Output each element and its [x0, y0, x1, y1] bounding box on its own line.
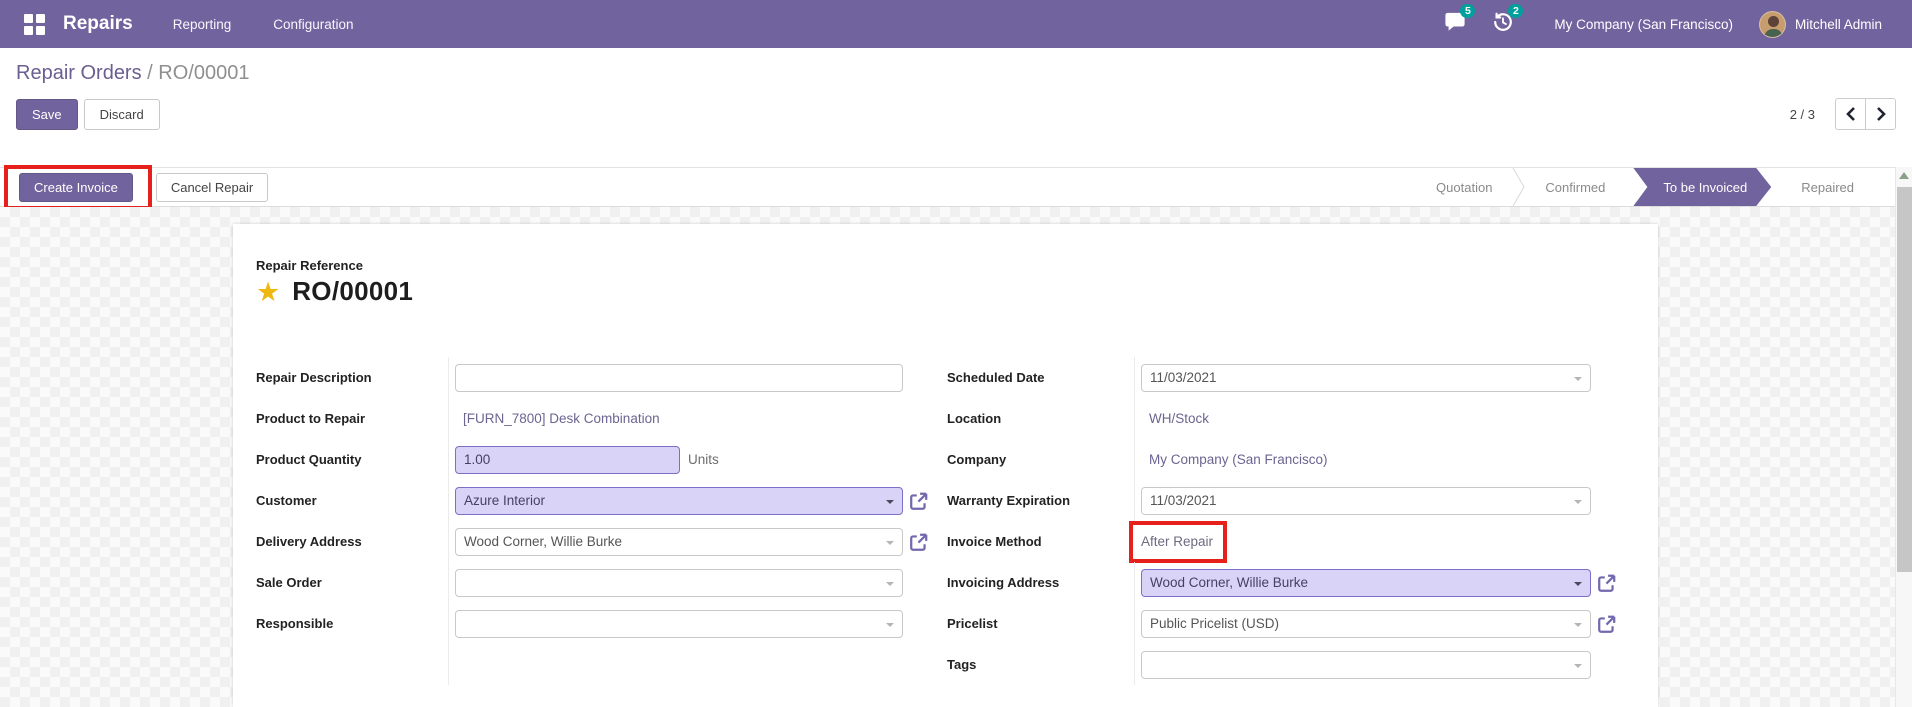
favorite-star-icon[interactable]: ★: [256, 277, 280, 307]
label-scheduled-date: Scheduled Date: [947, 370, 1134, 385]
responsible-combobox[interactable]: [455, 610, 903, 638]
cancel-repair-button[interactable]: Cancel Repair: [156, 173, 268, 202]
repair-order-form: Repair Reference ★ RO/00001 Repair Descr…: [233, 224, 1658, 707]
stage-pipeline: Quotation Confirmed To be Invoiced Repai…: [1416, 168, 1912, 206]
tags-combobox[interactable]: [1141, 651, 1591, 679]
discard-button[interactable]: Discard: [84, 99, 160, 130]
label-sale-order: Sale Order: [256, 575, 448, 590]
breadcrumb-current: RO/00001: [158, 62, 249, 84]
invoice-method-value: After Repair: [1141, 534, 1213, 549]
button-row: Save Discard 2 / 3: [16, 98, 1896, 130]
pricelist-combobox[interactable]: Public Pricelist (USD): [1141, 610, 1591, 638]
user-menu[interactable]: Mitchell Admin: [1795, 17, 1882, 32]
caret-down-icon: [886, 500, 894, 508]
label-repair-description: Repair Description: [256, 370, 448, 385]
customer-combobox[interactable]: Azure Interior: [455, 487, 903, 515]
navbar-right: 5 2 My Company (San Francisco) Mitchell …: [1444, 11, 1882, 38]
app-name[interactable]: Repairs: [63, 13, 133, 35]
delivery-address-combobox[interactable]: Wood Corner, Willie Burke: [455, 528, 903, 556]
caret-down-icon: [886, 582, 894, 590]
quantity-units-suffix: Units: [688, 452, 719, 467]
stage-quotation[interactable]: Quotation: [1416, 180, 1512, 195]
stage-confirmed[interactable]: Confirmed: [1525, 180, 1625, 195]
pager-value: 2 / 3: [1790, 107, 1815, 122]
company-switcher[interactable]: My Company (San Francisco): [1554, 17, 1733, 32]
company-value[interactable]: My Company (San Francisco): [1141, 452, 1328, 467]
statusbar: Create Invoice Cancel Repair Quotation C…: [0, 167, 1912, 207]
scrollbar-thumb[interactable]: [1897, 187, 1912, 572]
pager: 2 / 3: [1790, 98, 1896, 130]
label-product-quantity: Product Quantity: [256, 452, 448, 467]
sale-order-combobox[interactable]: [455, 569, 903, 597]
user-avatar[interactable]: [1759, 11, 1786, 38]
label-invoice-method: Invoice Method: [947, 534, 1134, 549]
breadcrumb-parent[interactable]: Repair Orders: [16, 62, 142, 84]
stage-repaired[interactable]: Repaired: [1781, 180, 1874, 195]
product-quantity-input[interactable]: 1.00: [455, 446, 680, 474]
chevron-left-icon: [1846, 107, 1856, 121]
delivery-address-external-link-icon[interactable]: [909, 532, 929, 552]
caret-down-icon: [1574, 664, 1582, 672]
scheduled-date-input[interactable]: 11/03/2021: [1141, 364, 1591, 392]
customer-external-link-icon[interactable]: [909, 491, 929, 511]
label-invoicing-address: Invoicing Address: [947, 575, 1134, 590]
repair-description-input[interactable]: [455, 364, 903, 392]
caret-down-icon: [1574, 582, 1582, 590]
stage-to-be-invoiced[interactable]: To be Invoiced: [1633, 168, 1771, 206]
apps-menu-icon[interactable]: [24, 14, 45, 35]
invoicing-address-combobox[interactable]: Wood Corner, Willie Burke: [1141, 569, 1591, 597]
caret-down-icon: [1574, 377, 1582, 385]
label-location: Location: [947, 411, 1134, 426]
stage-separator-icon: [1512, 168, 1525, 206]
label-company: Company: [947, 452, 1134, 467]
label-responsible: Responsible: [256, 616, 448, 631]
messages-badge: 5: [1460, 4, 1475, 18]
caret-down-icon: [886, 623, 894, 631]
invoicing-address-external-link-icon[interactable]: [1597, 573, 1617, 593]
repair-reference-title: RO/00001: [292, 276, 413, 307]
messages-icon[interactable]: 5: [1444, 11, 1466, 37]
content-area: Repair Reference ★ RO/00001 Repair Descr…: [0, 207, 1912, 707]
label-product-to-repair: Product to Repair: [256, 411, 448, 426]
breadcrumb-separator: /: [147, 62, 153, 84]
create-invoice-highlight: Create Invoice: [4, 165, 152, 210]
label-warranty-expiration: Warranty Expiration: [947, 493, 1134, 508]
top-navbar: Repairs Reporting Configuration 5 2 My C…: [0, 0, 1912, 48]
invoice-method-highlight: After Repair: [1129, 521, 1227, 563]
menu-reporting[interactable]: Reporting: [173, 17, 232, 32]
label-tags: Tags: [947, 657, 1134, 672]
save-button[interactable]: Save: [16, 99, 78, 130]
scrollbar-up-arrow[interactable]: [1896, 167, 1912, 184]
caret-down-icon: [886, 541, 894, 549]
fields-grid: Repair Description Scheduled Date 11/03/…: [256, 357, 1658, 685]
location-value[interactable]: WH/Stock: [1141, 411, 1209, 426]
reference-label: Repair Reference: [256, 258, 1658, 273]
caret-down-icon: [1574, 500, 1582, 508]
label-pricelist: Pricelist: [947, 616, 1134, 631]
control-panel: Repair Orders / RO/00001 Save Discard 2 …: [0, 48, 1912, 167]
product-to-repair-value[interactable]: [FURN_7800] Desk Combination: [455, 411, 660, 426]
pricelist-external-link-icon[interactable]: [1597, 614, 1617, 634]
vertical-scrollbar[interactable]: [1895, 167, 1912, 707]
label-customer: Customer: [256, 493, 448, 508]
chevron-right-icon: [1876, 107, 1886, 121]
activities-icon[interactable]: 2: [1492, 11, 1514, 38]
reference-line: ★ RO/00001: [256, 276, 1658, 307]
warranty-expiration-input[interactable]: 11/03/2021: [1141, 487, 1591, 515]
breadcrumb: Repair Orders / RO/00001: [16, 62, 1896, 85]
screen: Repairs Reporting Configuration 5 2 My C…: [0, 0, 1912, 707]
menu-configuration[interactable]: Configuration: [273, 17, 353, 32]
pager-previous-button[interactable]: [1835, 98, 1866, 130]
pager-next-button[interactable]: [1865, 98, 1896, 130]
caret-down-icon: [1574, 623, 1582, 631]
activities-badge: 2: [1508, 4, 1523, 18]
create-invoice-button[interactable]: Create Invoice: [19, 173, 133, 202]
label-delivery-address: Delivery Address: [256, 534, 448, 549]
